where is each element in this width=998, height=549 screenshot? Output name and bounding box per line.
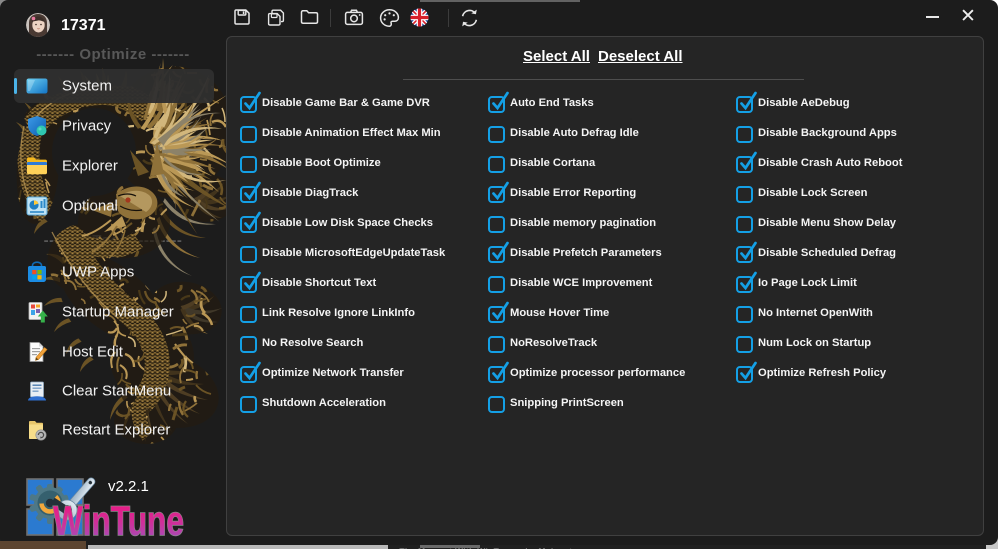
svg-text:WinTune: WinTune bbox=[53, 497, 184, 542]
